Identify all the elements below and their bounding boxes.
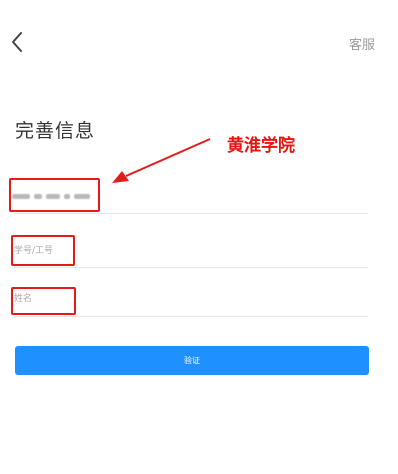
page-title: 完善信息 (15, 120, 96, 142)
name-underline (14, 316, 368, 317)
back-button[interactable] (10, 31, 30, 53)
student-id-underline (14, 267, 368, 268)
school-value-blurred (12, 194, 94, 200)
customer-service-link[interactable]: 客服 (349, 34, 375, 53)
student-id-field[interactable] (10, 228, 368, 268)
school-field-underline (14, 213, 368, 214)
student-id-input[interactable] (14, 240, 314, 262)
verify-button[interactable]: 验证 (15, 346, 369, 375)
name-field[interactable] (10, 277, 368, 317)
chevron-left-icon (12, 32, 22, 52)
annotation-label: 黄淮学院 (227, 136, 295, 156)
complete-info-screen: 客服 完善信息 黄淮学院 验证 (0, 0, 398, 474)
name-input[interactable] (14, 288, 314, 310)
